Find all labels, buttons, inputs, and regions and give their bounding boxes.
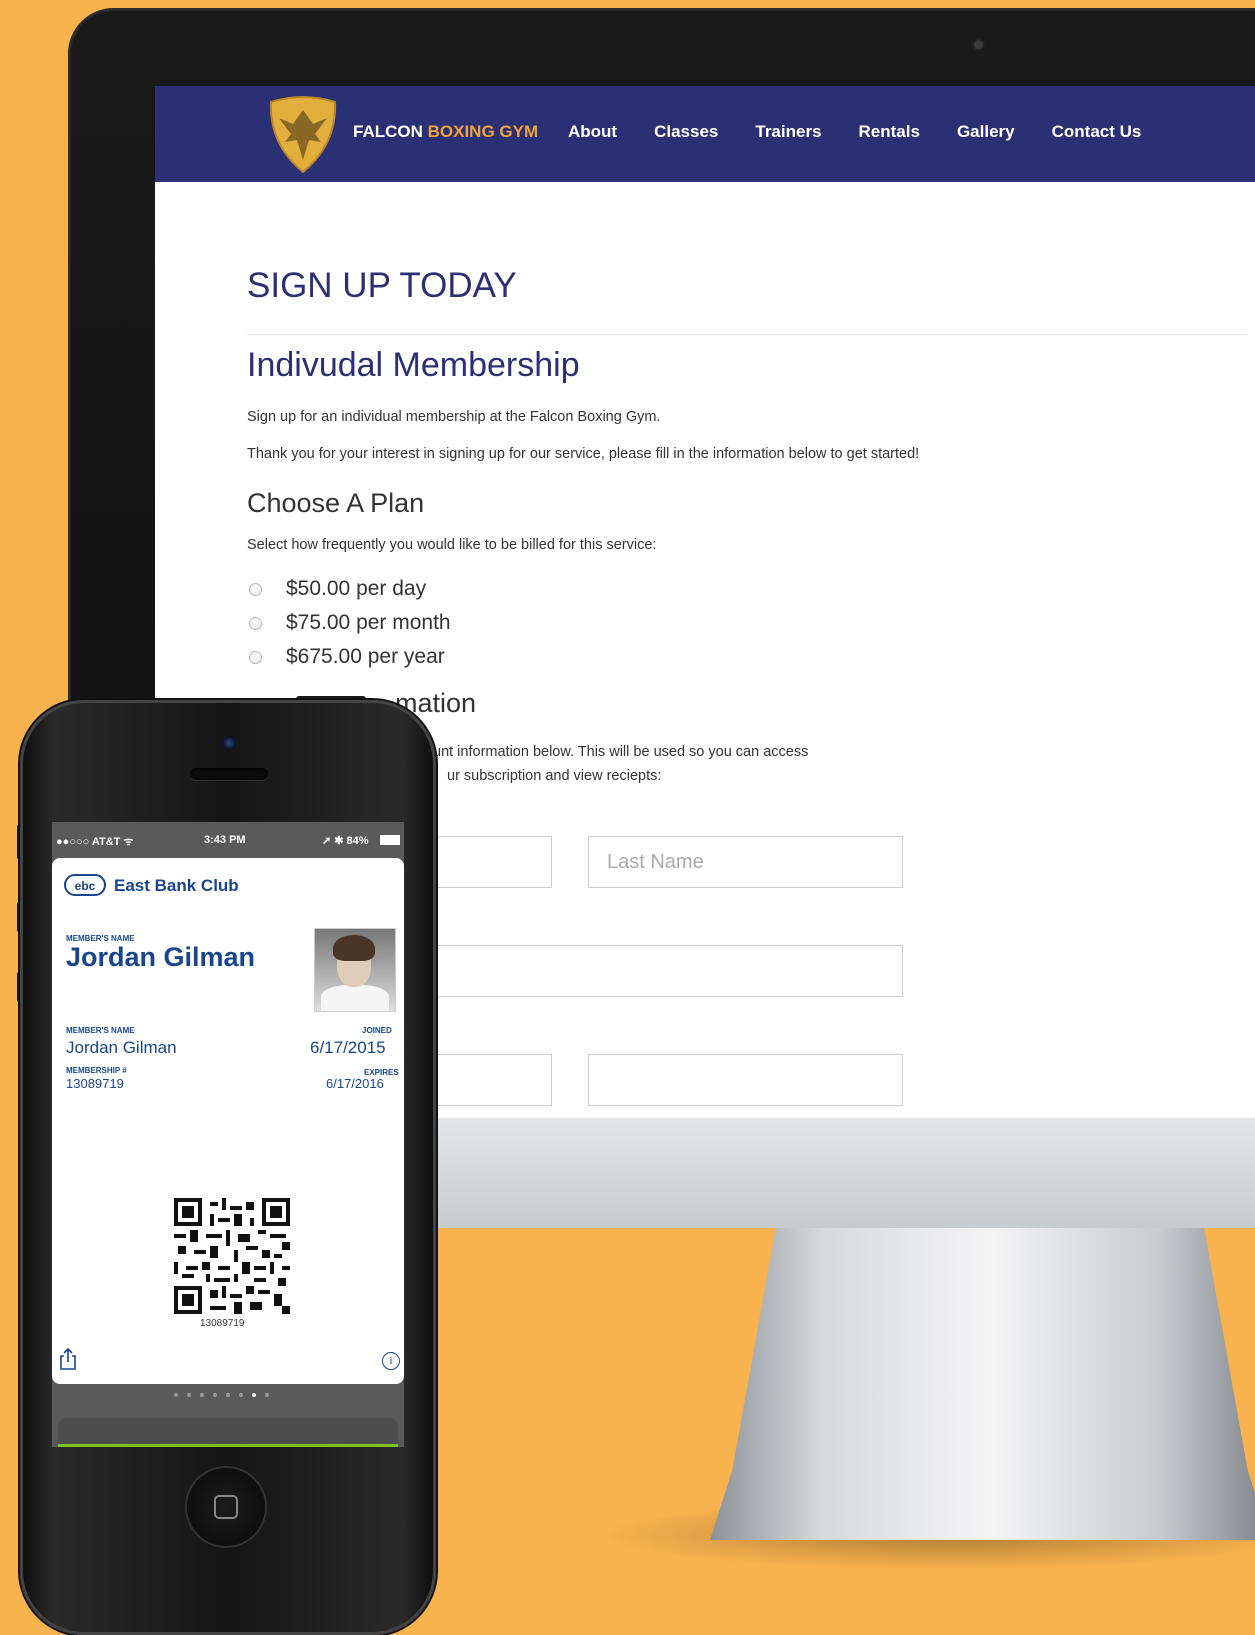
plan-option-day[interactable]: $50.00 per day <box>247 572 451 606</box>
home-square-icon <box>214 1495 238 1519</box>
battery-icon <box>380 835 400 845</box>
page-dot <box>226 1393 230 1397</box>
plan-option-year[interactable]: $675.00 per year <box>247 640 451 674</box>
club-logo: ebc <box>64 874 106 896</box>
nav-links: About Classes Trainers Rentals Gallery C… <box>568 122 1178 142</box>
next-pass-card[interactable] <box>58 1418 398 1447</box>
intro-text-1: Sign up for an individual membership at … <box>247 409 661 425</box>
brand-accent: BOXING GYM <box>427 122 539 141</box>
navbar: FALCON BOXING GYM About Classes Trainers… <box>155 86 1255 182</box>
plan-day-label[interactable]: $50.00 per day <box>286 577 426 601</box>
status-right: ➚ ✱ 84% <box>322 835 369 847</box>
status-time: 3:43 PM <box>204 834 246 846</box>
plan-day-radio[interactable] <box>249 582 262 596</box>
plan-options: $50.00 per day $75.00 per month $675.00 … <box>247 572 451 674</box>
membership-number-label: MEMBERSHIP # <box>66 1066 127 1075</box>
nav-link-classes[interactable]: Classes <box>654 122 718 142</box>
monitor-camera <box>974 40 983 49</box>
section-title: Indivudal Membership <box>247 346 580 384</box>
qr-code-icon <box>174 1198 290 1314</box>
photo-shoulders <box>321 985 389 1011</box>
page-dot <box>200 1393 204 1397</box>
plan-option-month[interactable]: $75.00 per month <box>247 606 451 640</box>
plan-year-radio[interactable] <box>249 650 262 664</box>
monitor-stand <box>710 1220 1255 1540</box>
membership-pass-card[interactable]: ebc East Bank Club MEMBER'S NAME Jordan … <box>52 858 404 1384</box>
plan-month-radio[interactable] <box>249 616 262 630</box>
nav-link-about[interactable]: About <box>568 122 617 142</box>
last-name-field[interactable] <box>588 836 903 888</box>
phone-speaker <box>190 768 268 780</box>
page-dot <box>265 1393 269 1397</box>
expires-value: 6/17/2016 <box>326 1076 384 1091</box>
home-button[interactable] <box>187 1468 265 1546</box>
info-icon[interactable]: i <box>382 1352 400 1370</box>
joined-label: JOINED <box>362 1026 392 1035</box>
status-bar: ●●○○○ AT&T ᯤ 3:43 PM ➚ ✱ 84% <box>52 822 404 858</box>
brand-name[interactable]: FALCON BOXING GYM <box>353 122 538 142</box>
nav-link-contact-us[interactable]: Contact Us <box>1052 122 1142 142</box>
share-icon[interactable] <box>58 1348 78 1370</box>
club-name: East Bank Club <box>114 876 239 895</box>
plan-description: Select how frequently you would like to … <box>247 537 657 553</box>
qr-number: 13089719 <box>200 1318 245 1329</box>
member-name-large: Jordan Gilman <box>66 942 256 972</box>
page-dot <box>213 1393 217 1397</box>
page-dot <box>239 1393 243 1397</box>
joined-value: 6/17/2015 <box>310 1038 386 1057</box>
confirm-password-field[interactable] <box>588 1054 903 1106</box>
title-divider <box>247 334 1247 335</box>
plan-month-label[interactable]: $75.00 per month <box>286 611 451 635</box>
membership-number-value: 13089719 <box>66 1076 124 1091</box>
page-dot-active <box>252 1393 256 1397</box>
plan-title: Choose A Plan <box>247 488 425 518</box>
brand-main: FALCON <box>353 122 423 141</box>
member-photo <box>314 928 396 1012</box>
member-name-value: Jordan Gilman <box>66 1038 177 1057</box>
phone-screen: ●●○○○ AT&T ᯤ 3:43 PM ➚ ✱ 84% ebc East Ba… <box>52 822 404 1447</box>
page-title: SIGN UP TODAY <box>247 266 517 305</box>
next-pass-card-bar <box>58 1444 398 1447</box>
nav-link-gallery[interactable]: Gallery <box>957 122 1015 142</box>
intro-text-2: Thank you for your interest in signing u… <box>247 446 920 462</box>
status-carrier: ●●○○○ AT&T ᯤ <box>56 836 134 848</box>
page-dot <box>174 1393 178 1397</box>
phone-camera <box>222 736 236 750</box>
page-dot <box>187 1393 191 1397</box>
nav-link-trainers[interactable]: Trainers <box>755 122 821 142</box>
falcon-shield-logo-icon[interactable] <box>265 94 341 174</box>
plan-year-label[interactable]: $675.00 per year <box>286 645 445 669</box>
photo-hair <box>333 935 375 961</box>
pass-page-dots <box>174 1393 269 1397</box>
member-name-label-2: MEMBER'S NAME <box>66 1026 135 1035</box>
nav-link-rentals[interactable]: Rentals <box>859 122 920 142</box>
